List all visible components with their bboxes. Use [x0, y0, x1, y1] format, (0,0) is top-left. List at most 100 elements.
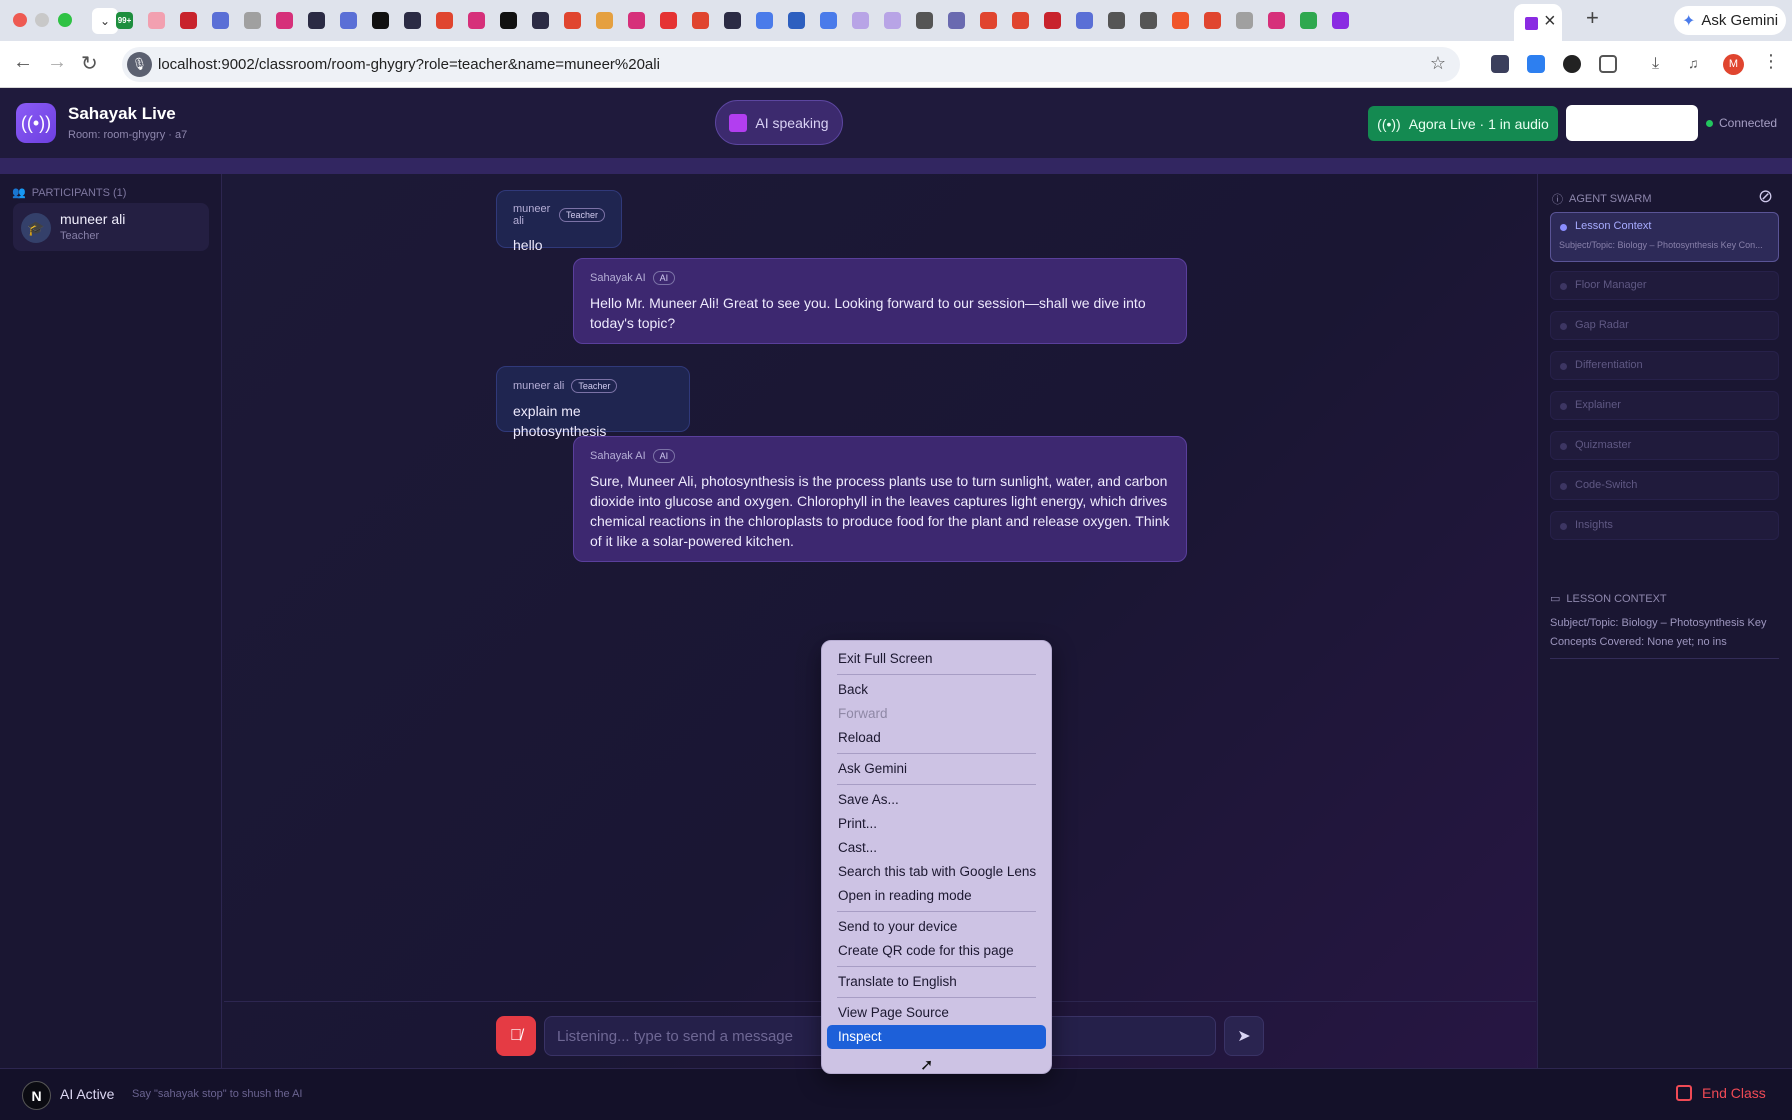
menu-item-google-lens[interactable]: Search this tab with Google Lens — [822, 860, 1051, 884]
tab-favicon[interactable] — [532, 12, 549, 29]
agent-code-switch[interactable]: Code-Switch — [1550, 471, 1779, 500]
ask-gemini-button[interactable]: ✦ Ask Gemini — [1674, 6, 1786, 35]
menu-item-reload[interactable]: Reload — [822, 726, 1051, 750]
menu-item-back[interactable]: Back — [822, 678, 1051, 702]
next-badge-icon[interactable]: N — [22, 1081, 51, 1110]
gmail-tab-icon[interactable] — [1012, 12, 1029, 29]
menu-item-print[interactable]: Print... — [822, 812, 1051, 836]
tab-favicon[interactable] — [1172, 12, 1189, 29]
participant-item[interactable]: 🎓 muneer ali Teacher — [13, 203, 209, 251]
message-sender: muneer ali — [513, 203, 551, 227]
agent-status-dot — [1560, 363, 1567, 370]
back-icon[interactable]: ← — [13, 51, 33, 74]
tab-favicon[interactable] — [340, 12, 357, 29]
agora-live-button[interactable]: ((•)) Agora Live · 1 in audio — [1368, 106, 1558, 141]
bookmark-star-icon[interactable]: ☆ — [1430, 53, 1446, 74]
site-info-icon[interactable]: 🎙 — [127, 52, 152, 77]
menu-item-save-as[interactable]: Save As... — [822, 788, 1051, 812]
gmail-tab-icon[interactable] — [1204, 12, 1221, 29]
tab-favicon[interactable] — [180, 12, 197, 29]
close-window-button[interactable] — [13, 13, 27, 27]
tab-favicon[interactable] — [788, 12, 805, 29]
menu-item-view-source[interactable]: View Page Source — [822, 1001, 1051, 1025]
tab-favicon[interactable] — [724, 12, 741, 29]
profile-avatar[interactable]: M — [1723, 54, 1744, 75]
instagram-tab-icon[interactable] — [628, 12, 645, 29]
google-tab-icon[interactable] — [756, 12, 773, 29]
header-blank-button[interactable] — [1566, 105, 1698, 141]
menu-item-inspect[interactable]: Inspect — [827, 1025, 1046, 1049]
tab-favicon[interactable] — [1332, 12, 1349, 29]
tab-favicon[interactable] — [916, 12, 933, 29]
google-tab-icon[interactable] — [820, 12, 837, 29]
tab-favicon[interactable] — [148, 12, 165, 29]
browser-menu-icon[interactable]: ⋮ — [1762, 51, 1780, 72]
menu-item-ask-gemini[interactable]: Ask Gemini — [822, 757, 1051, 781]
agent-label: Quizmaster — [1575, 439, 1632, 451]
download-icon[interactable]: ⤓ — [1652, 55, 1670, 73]
tab-favicon[interactable] — [1076, 12, 1093, 29]
new-tab-button[interactable]: + — [1586, 5, 1599, 31]
menu-item-qr-code[interactable]: Create QR code for this page — [822, 939, 1051, 963]
puzzle-extensions-icon[interactable] — [1599, 55, 1617, 73]
tab-favicon[interactable] — [244, 12, 261, 29]
x-tab-icon[interactable] — [372, 12, 389, 29]
instagram-tab-icon[interactable] — [1268, 12, 1285, 29]
media-control-icon[interactable]: ♫ — [1688, 55, 1706, 73]
gmail-tab-icon[interactable] — [692, 12, 709, 29]
extension-icon[interactable] — [1527, 55, 1545, 73]
tab-favicon[interactable] — [308, 12, 325, 29]
close-tab-icon[interactable]: × — [1544, 10, 1556, 33]
minimize-window-button[interactable] — [35, 13, 49, 27]
tab-favicon[interactable] — [212, 12, 229, 29]
instagram-tab-icon[interactable] — [468, 12, 485, 29]
agent-status-dot — [1560, 523, 1567, 530]
tab-favicon[interactable] — [1236, 12, 1253, 29]
mic-off-button[interactable]: 🎙̸ — [496, 1016, 536, 1056]
gmail-tab-icon[interactable] — [564, 12, 581, 29]
agent-explainer[interactable]: Explainer — [1550, 391, 1779, 420]
tab-favicon[interactable] — [1108, 12, 1125, 29]
eye-off-icon[interactable]: ⊘ — [1758, 186, 1773, 207]
tab-favicon[interactable] — [884, 12, 901, 29]
active-tab[interactable]: × — [1514, 4, 1562, 41]
send-button[interactable]: ➤ — [1224, 1016, 1264, 1056]
tab-favicon[interactable] — [404, 12, 421, 29]
url-text[interactable]: localhost:9002/classroom/room-ghygry?rol… — [158, 56, 660, 73]
gmail-tab-icon[interactable] — [980, 12, 997, 29]
tab-favicon[interactable] — [948, 12, 965, 29]
tab-favicon[interactable] — [1140, 12, 1157, 29]
menu-separator — [837, 966, 1036, 967]
agent-quizmaster[interactable]: Quizmaster — [1550, 431, 1779, 460]
drive-tab-icon[interactable] — [1300, 12, 1317, 29]
menu-item-exit-full-screen[interactable]: Exit Full Screen — [822, 647, 1051, 671]
tab-favicon-notifications[interactable]: 99+ — [116, 12, 133, 29]
address-bar[interactable]: 🎙 localhost:9002/classroom/room-ghygry?r… — [122, 47, 1460, 82]
tab-favicon[interactable] — [852, 12, 869, 29]
agent-gap-radar[interactable]: Gap Radar — [1550, 311, 1779, 340]
lesson-context-heading: ▭ LESSON CONTEXT — [1550, 592, 1667, 606]
fullscreen-window-button[interactable] — [58, 13, 72, 27]
agent-insights[interactable]: Insights — [1550, 511, 1779, 540]
agent-differentiation[interactable]: Differentiation — [1550, 351, 1779, 380]
tab-favicon[interactable] — [500, 12, 517, 29]
extension-icon[interactable] — [1563, 55, 1581, 73]
menu-item-send-to-device[interactable]: Send to your device — [822, 915, 1051, 939]
menu-item-translate[interactable]: Translate to English — [822, 970, 1051, 994]
gmail-tab-icon[interactable] — [436, 12, 453, 29]
agent-floor-manager[interactable]: Floor Manager — [1550, 271, 1779, 300]
tab-favicon[interactable] — [596, 12, 613, 29]
agent-status-dot — [1560, 443, 1567, 450]
menu-item-reading-mode[interactable]: Open in reading mode — [822, 884, 1051, 908]
end-class-button[interactable]: End Class — [1676, 1085, 1766, 1101]
agent-status-dot — [1560, 403, 1567, 410]
menu-item-cast[interactable]: Cast... — [822, 836, 1051, 860]
reload-icon[interactable]: ↻ — [81, 51, 98, 76]
youtube-tab-icon[interactable] — [660, 12, 677, 29]
tab-favicon[interactable] — [1044, 12, 1061, 29]
tab-search-icon[interactable]: ⌄ — [92, 8, 118, 34]
extension-icon[interactable] — [1491, 55, 1509, 73]
forward-icon[interactable]: → — [47, 51, 67, 74]
instagram-tab-icon[interactable] — [276, 12, 293, 29]
agent-lesson-context[interactable]: Lesson Context Subject/Topic: Biology – … — [1550, 212, 1779, 262]
